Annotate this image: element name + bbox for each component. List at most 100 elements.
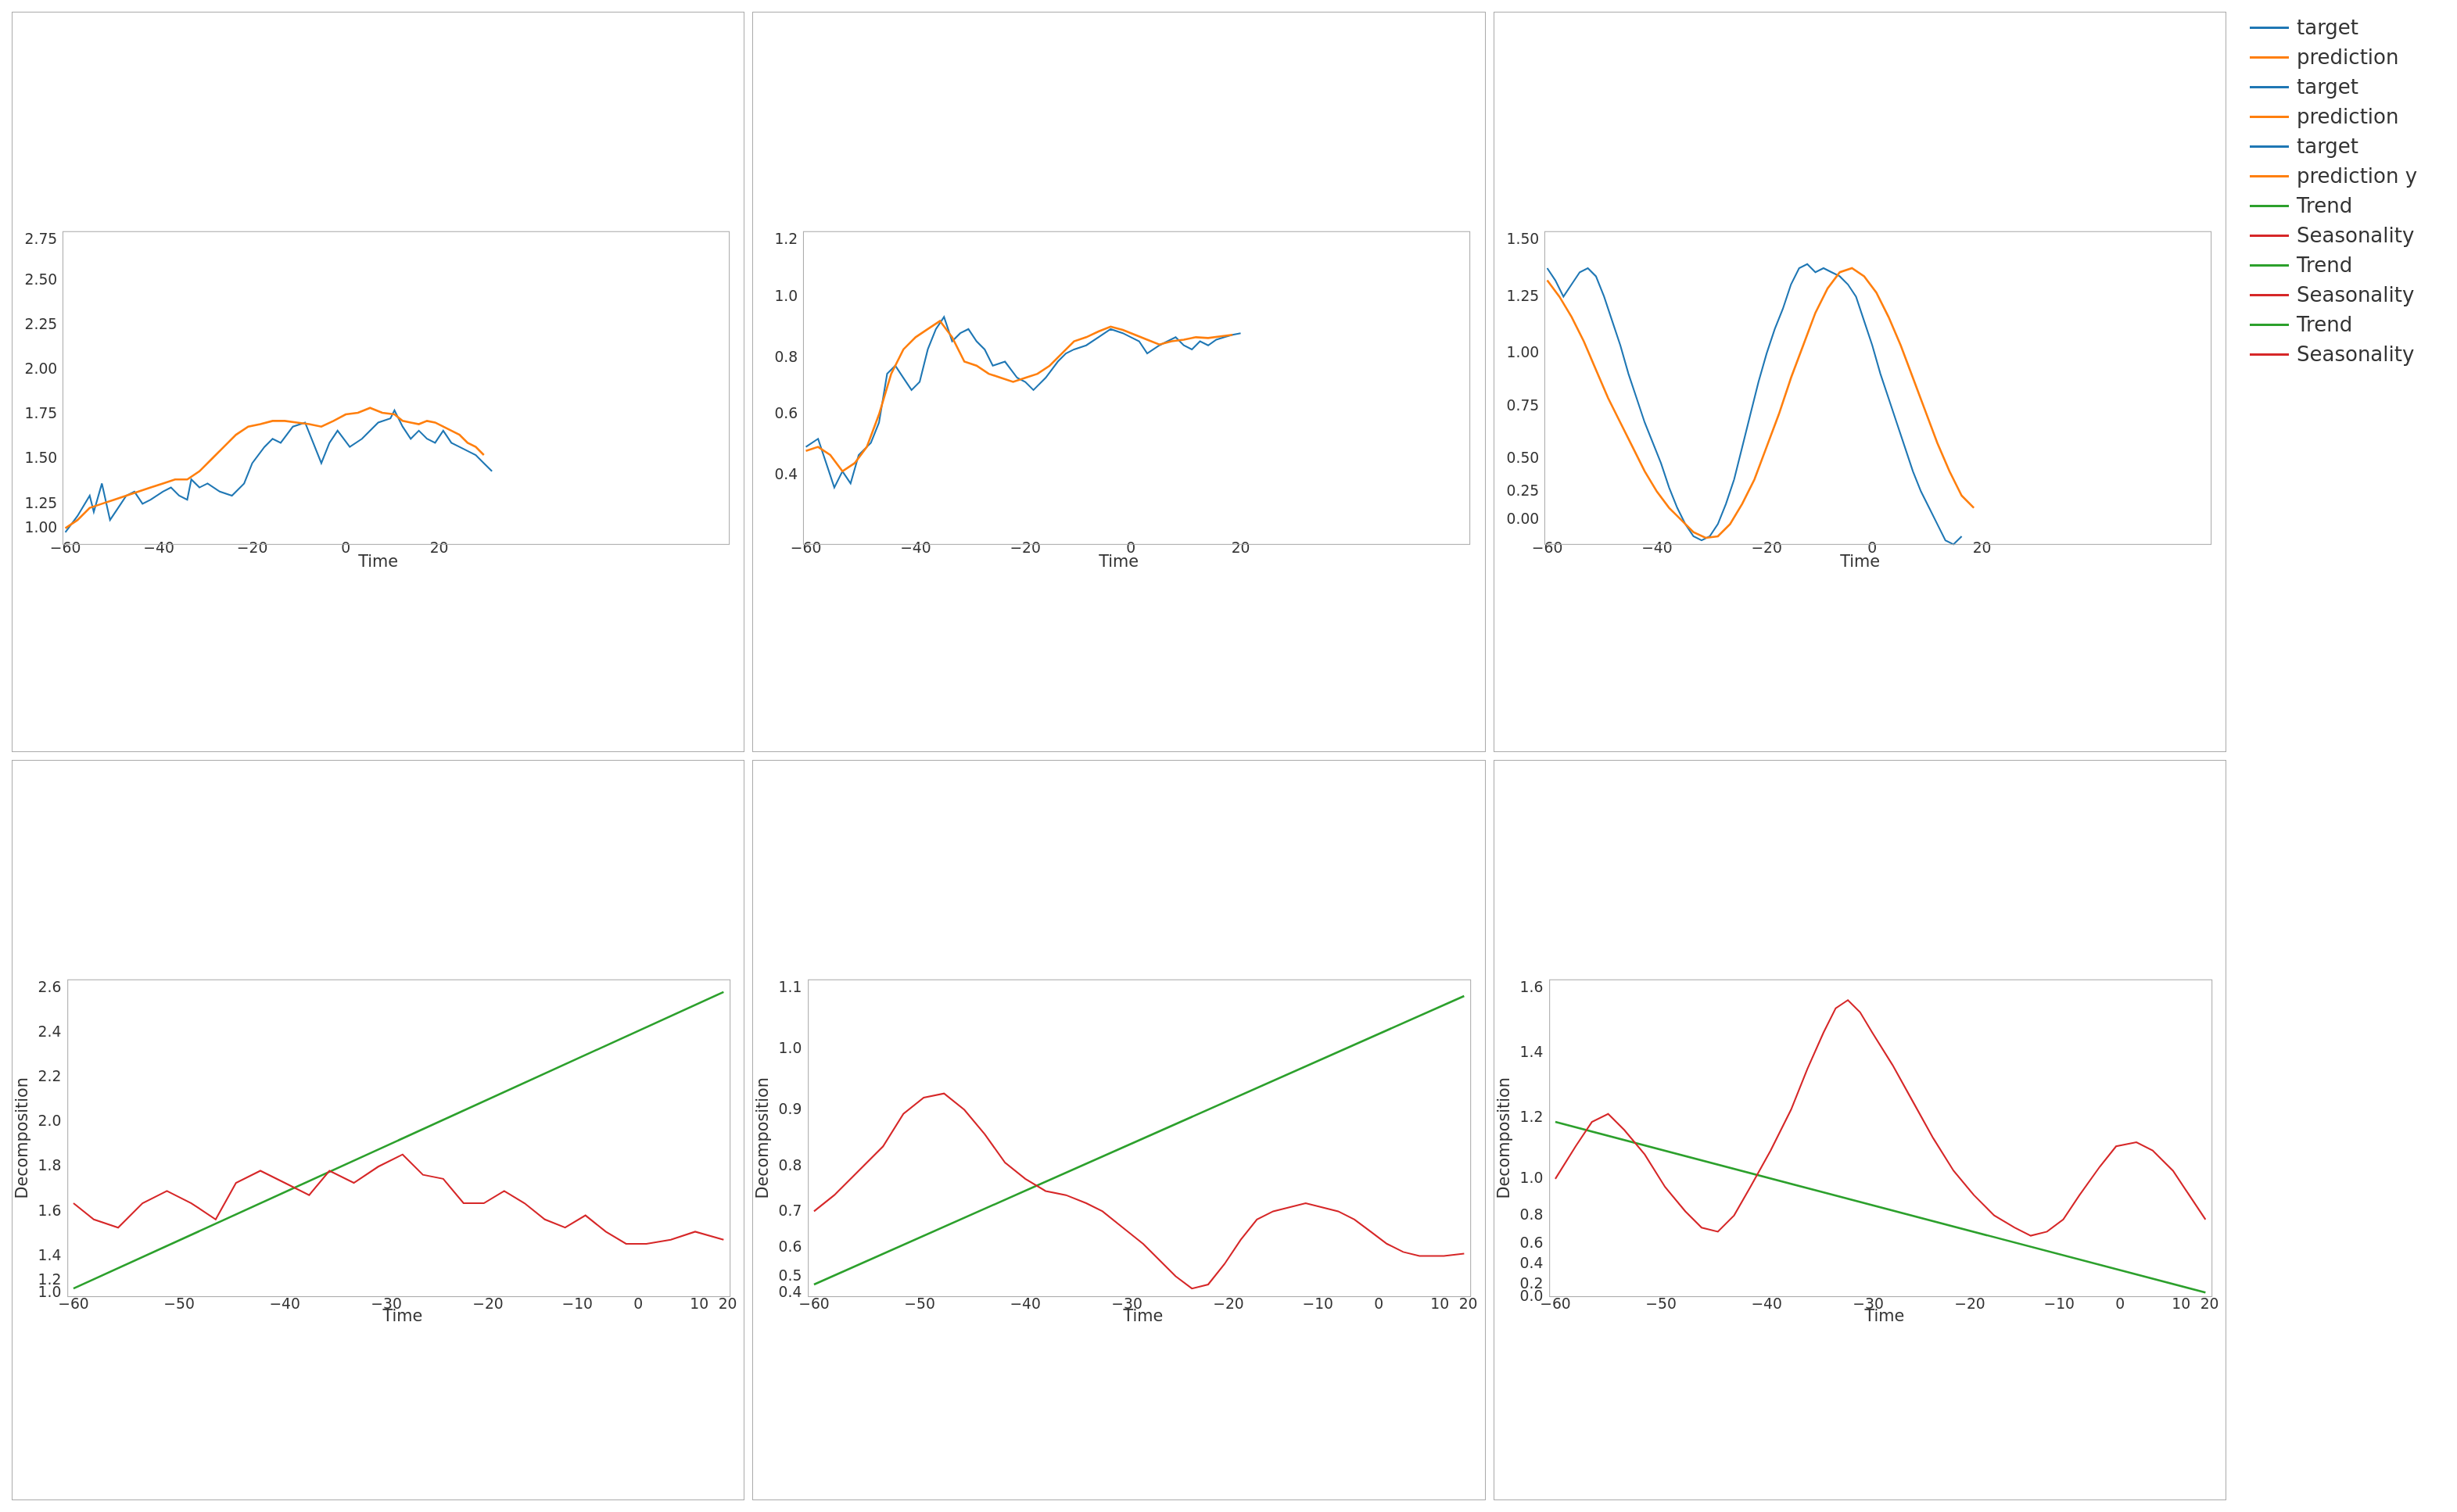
svg-text:1.4: 1.4 (1519, 1044, 1543, 1060)
svg-text:1.6: 1.6 (38, 1202, 62, 1219)
main-content: 2.75 2.50 2.25 2.00 1.75 1.50 1.25 1.00 … (0, 0, 2238, 1512)
svg-text:−40: −40 (1641, 539, 1672, 556)
svg-text:−40: −40 (1010, 1295, 1041, 1312)
svg-text:10: 10 (2172, 1295, 2190, 1312)
legend-item-trend-1: Trend (2250, 194, 2445, 217)
svg-text:−10: −10 (2043, 1295, 2074, 1312)
svg-text:20: 20 (430, 539, 449, 556)
legend-item-seasonality-2: Seasonality (2250, 283, 2445, 306)
svg-text:−40: −40 (269, 1295, 300, 1312)
bottom-middle-chart: Decomposition 1.1 1.0 0.9 0.8 0.7 0.6 0.… (752, 760, 1485, 1500)
svg-text:−40: −40 (900, 539, 931, 556)
svg-text:0.4: 0.4 (1519, 1255, 1543, 1271)
svg-text:0.8: 0.8 (1519, 1206, 1543, 1223)
svg-text:20: 20 (1459, 1295, 1478, 1312)
svg-rect-62 (68, 980, 730, 1296)
svg-text:−60: −60 (58, 1295, 88, 1312)
svg-text:1.00: 1.00 (25, 519, 58, 536)
svg-text:0.6: 0.6 (1519, 1234, 1543, 1251)
svg-text:0.6: 0.6 (775, 405, 798, 421)
legend-line-target-3 (2250, 145, 2289, 148)
svg-text:0.5: 0.5 (779, 1267, 802, 1284)
svg-text:0.50: 0.50 (1506, 450, 1539, 466)
bottom-charts-row: Decomposition 2.6 2.4 2.2 2.0 1.8 1.6 1.… (8, 756, 2230, 1504)
svg-text:1.25: 1.25 (1506, 288, 1539, 304)
svg-text:1.4: 1.4 (38, 1247, 62, 1263)
legend-line-seasonality-2 (2250, 294, 2289, 296)
svg-text:0.6: 0.6 (779, 1238, 802, 1255)
svg-text:20: 20 (1972, 539, 1991, 556)
svg-text:0.7: 0.7 (779, 1202, 802, 1219)
svg-text:2.00: 2.00 (25, 360, 58, 377)
svg-text:0.8: 0.8 (779, 1157, 802, 1173)
svg-text:1.75: 1.75 (25, 405, 58, 421)
legend-item-prediction-1: prediction (2250, 45, 2445, 69)
legend-line-trend-2 (2250, 264, 2289, 267)
legend-label-trend-1: Trend (2297, 194, 2352, 217)
legend-label-seasonality-3: Seasonality (2297, 342, 2414, 366)
legend-label-trend-3: Trend (2297, 313, 2352, 336)
svg-rect-40 (1544, 231, 2211, 544)
svg-text:−40: −40 (143, 539, 174, 556)
svg-text:1.1: 1.1 (779, 979, 802, 995)
svg-text:−60: −60 (799, 1295, 830, 1312)
legend-label-prediction-3: prediction y (2297, 164, 2417, 188)
svg-text:2.6: 2.6 (38, 979, 62, 995)
svg-text:−10: −10 (562, 1295, 593, 1312)
svg-text:1.2: 1.2 (1519, 1109, 1543, 1125)
svg-text:10: 10 (1431, 1295, 1450, 1312)
top-charts-row: 2.75 2.50 2.25 2.00 1.75 1.50 1.25 1.00 … (8, 8, 2230, 756)
legend-label-prediction-1: prediction (2297, 45, 2398, 69)
svg-text:2.75: 2.75 (25, 231, 58, 247)
svg-text:Decomposition: Decomposition (1494, 1077, 1513, 1198)
legend-line-target-2 (2250, 86, 2289, 88)
svg-text:−50: −50 (905, 1295, 935, 1312)
svg-text:−60: −60 (1531, 539, 1562, 556)
svg-text:20: 20 (1232, 539, 1250, 556)
legend-item-prediction-3: prediction y (2250, 164, 2445, 188)
svg-text:Time: Time (382, 1306, 422, 1325)
svg-text:1.8: 1.8 (38, 1157, 62, 1173)
svg-text:0: 0 (341, 539, 350, 556)
svg-text:0.25: 0.25 (1506, 482, 1539, 499)
svg-text:1.00: 1.00 (1506, 344, 1539, 360)
svg-text:1.25: 1.25 (25, 495, 58, 511)
svg-text:−60: −60 (1540, 1295, 1570, 1312)
legend-label-target-1: target (2297, 16, 2358, 39)
legend-item-target-1: target (2250, 16, 2445, 39)
legend-line-target-1 (2250, 27, 2289, 29)
svg-text:Time: Time (1123, 1306, 1164, 1325)
legend-label-trend-2: Trend (2297, 253, 2352, 277)
legend-item-target-2: target (2250, 75, 2445, 99)
svg-text:20: 20 (2200, 1295, 2218, 1312)
svg-text:20: 20 (719, 1295, 737, 1312)
svg-rect-83 (809, 980, 1471, 1296)
legend-label-prediction-2: prediction (2297, 105, 2398, 128)
top-right-chart: 1.50 1.25 1.00 0.75 0.50 0.25 0.00 −60 −… (1494, 12, 2226, 752)
svg-text:−40: −40 (1751, 1295, 1781, 1312)
svg-text:0.4: 0.4 (775, 466, 798, 482)
svg-text:1.0: 1.0 (1519, 1170, 1543, 1186)
top-left-chart: 2.75 2.50 2.25 2.00 1.75 1.50 1.25 1.00 … (12, 12, 744, 752)
svg-text:Time: Time (1099, 552, 1139, 571)
svg-text:Time: Time (1839, 552, 1880, 571)
bottom-left-chart: Decomposition 2.6 2.4 2.2 2.0 1.8 1.6 1.… (12, 760, 744, 1500)
legend-label-target-2: target (2297, 75, 2358, 99)
top-middle-chart: 1.2 1.0 0.8 0.6 0.4 −60 −40 −20 0 20 Tim… (752, 12, 1485, 752)
svg-text:−20: −20 (1010, 539, 1041, 556)
svg-text:−20: −20 (472, 1295, 503, 1312)
svg-text:0.8: 0.8 (775, 349, 798, 365)
svg-text:2.0: 2.0 (38, 1113, 62, 1129)
legend-item-trend-2: Trend (2250, 253, 2445, 277)
svg-rect-14 (63, 231, 729, 544)
svg-text:1.50: 1.50 (1506, 231, 1539, 247)
svg-text:1.6: 1.6 (1519, 979, 1543, 995)
svg-text:Time: Time (357, 552, 398, 571)
svg-text:0.00: 0.00 (1506, 511, 1539, 527)
legend-panel: target prediction target prediction targ… (2238, 0, 2457, 1512)
svg-text:−20: −20 (237, 539, 267, 556)
svg-text:−20: −20 (1751, 539, 1781, 556)
legend-line-prediction-2 (2250, 116, 2289, 118)
svg-text:0: 0 (633, 1295, 643, 1312)
svg-text:2.2: 2.2 (38, 1068, 62, 1084)
